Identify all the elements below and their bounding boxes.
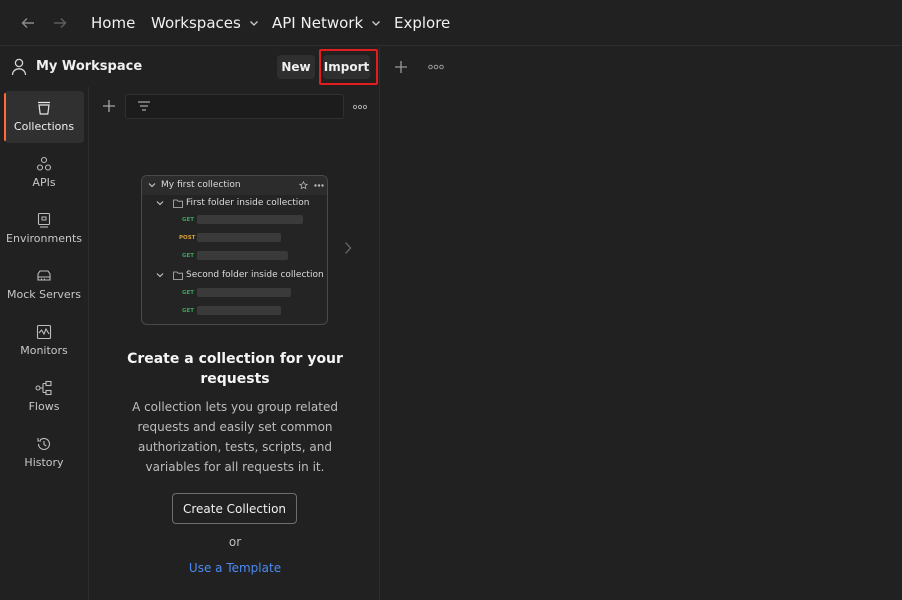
forward-arrow-icon[interactable] — [50, 13, 70, 33]
apis-icon — [36, 156, 52, 171]
flows-icon — [35, 380, 52, 396]
empty-state-heading: Create a collection for your requests — [127, 351, 343, 387]
environments-icon — [37, 212, 51, 228]
request-placeholder-bar — [197, 215, 303, 224]
sidebar-item-environments[interactable]: Environments — [4, 203, 84, 255]
chevron-down-icon — [156, 273, 164, 278]
sidebar-item-label: Flows — [28, 400, 60, 413]
folder-icon — [173, 271, 183, 280]
sidebar-item-label: Mock Servers — [7, 288, 81, 301]
chevron-down-icon — [148, 183, 156, 188]
illustration-collection-row: My first collection — [148, 180, 241, 190]
sidebar-item-label: History — [24, 456, 64, 469]
sidebar-item-flows[interactable]: Flows — [4, 371, 84, 423]
sidebar-item-label: Collections — [13, 120, 75, 133]
panel-more-options-icon[interactable] — [352, 99, 368, 115]
sidebar-item-label: Monitors — [20, 344, 68, 357]
user-icon — [11, 58, 27, 76]
nav-api-network[interactable]: API Network — [272, 12, 381, 34]
sidebar-item-label: APIs — [32, 176, 56, 189]
chevron-down-icon — [249, 21, 258, 26]
method-badge: GET — [182, 308, 195, 314]
illustration-folder1-name: First folder inside collection — [186, 198, 310, 208]
import-button-label: Import — [323, 60, 370, 74]
nav-explore-label: Explore — [394, 14, 451, 32]
illustration-folder2-name: Second folder inside collection — [186, 270, 324, 280]
new-button-label: New — [281, 60, 311, 74]
mock-servers-icon — [37, 270, 51, 281]
empty-state-description: A collection lets you group related requ… — [132, 400, 338, 474]
method-badge: POST — [179, 235, 196, 241]
more-options-icon — [314, 184, 324, 187]
chevron-right-icon[interactable] — [341, 239, 355, 257]
illustration-folder-row: First folder inside collection — [156, 198, 309, 208]
nav-home-label: Home — [91, 14, 136, 32]
history-icon — [37, 437, 51, 450]
collections-panel: My first collection First folder inside … — [90, 87, 380, 600]
request-placeholder-bar — [197, 251, 288, 260]
add-collection-plus-icon[interactable] — [100, 97, 118, 115]
workspace-header: My Workspace New Import — [0, 47, 380, 87]
method-badge: GET — [182, 253, 195, 259]
new-tab-plus-icon[interactable] — [391, 57, 411, 77]
create-collection-button[interactable]: Create Collection — [172, 493, 297, 524]
workspace-title[interactable]: My Workspace — [36, 59, 142, 74]
nav-explore[interactable]: Explore — [394, 12, 450, 34]
top-navigation-bar: Home Workspaces API Network Explore — [0, 0, 902, 46]
request-placeholder-bar — [197, 233, 281, 242]
nav-workspaces[interactable]: Workspaces — [151, 12, 259, 34]
illustration-collection-name: My first collection — [161, 180, 241, 190]
back-arrow-icon[interactable] — [18, 13, 38, 33]
tab-bar — [381, 47, 902, 87]
create-collection-label: Create Collection — [182, 501, 287, 516]
filter-icon[interactable] — [137, 100, 151, 113]
or-separator: or — [228, 535, 242, 549]
method-badge: GET — [182, 217, 195, 223]
collections-icon — [38, 101, 50, 115]
nav-home[interactable]: Home — [91, 12, 135, 34]
sidebar-item-apis[interactable]: APIs — [4, 147, 84, 199]
sidebar: Collections APIs Environments Mock Serve… — [0, 87, 89, 600]
illustration-folder-row: Second folder inside collection — [156, 270, 324, 280]
monitors-icon — [36, 324, 52, 340]
filter-input[interactable] — [125, 94, 344, 119]
active-indicator — [4, 93, 6, 141]
star-icon — [299, 181, 308, 190]
nav-api-network-label: API Network — [272, 14, 364, 32]
chevron-down-icon — [156, 201, 164, 206]
sidebar-item-history[interactable]: History — [4, 427, 84, 479]
more-options-icon[interactable] — [425, 59, 447, 75]
import-button[interactable]: Import — [323, 55, 370, 79]
chevron-down-icon — [372, 21, 381, 26]
new-button[interactable]: New — [277, 55, 315, 79]
request-placeholder-bar — [197, 306, 281, 315]
use-template-link[interactable]: Use a Template — [90, 561, 380, 575]
request-placeholder-bar — [197, 288, 291, 297]
sidebar-item-collections[interactable]: Collections — [4, 91, 84, 143]
main-workbench — [381, 88, 902, 600]
nav-workspaces-label: Workspaces — [151, 14, 241, 32]
collection-illustration: My first collection First folder inside … — [141, 175, 328, 325]
sidebar-item-monitors[interactable]: Monitors — [4, 315, 84, 367]
sidebar-item-label: Environments — [6, 232, 82, 245]
sidebar-item-mock-servers[interactable]: Mock Servers — [4, 259, 84, 311]
folder-icon — [173, 199, 183, 208]
method-badge: GET — [182, 290, 195, 296]
